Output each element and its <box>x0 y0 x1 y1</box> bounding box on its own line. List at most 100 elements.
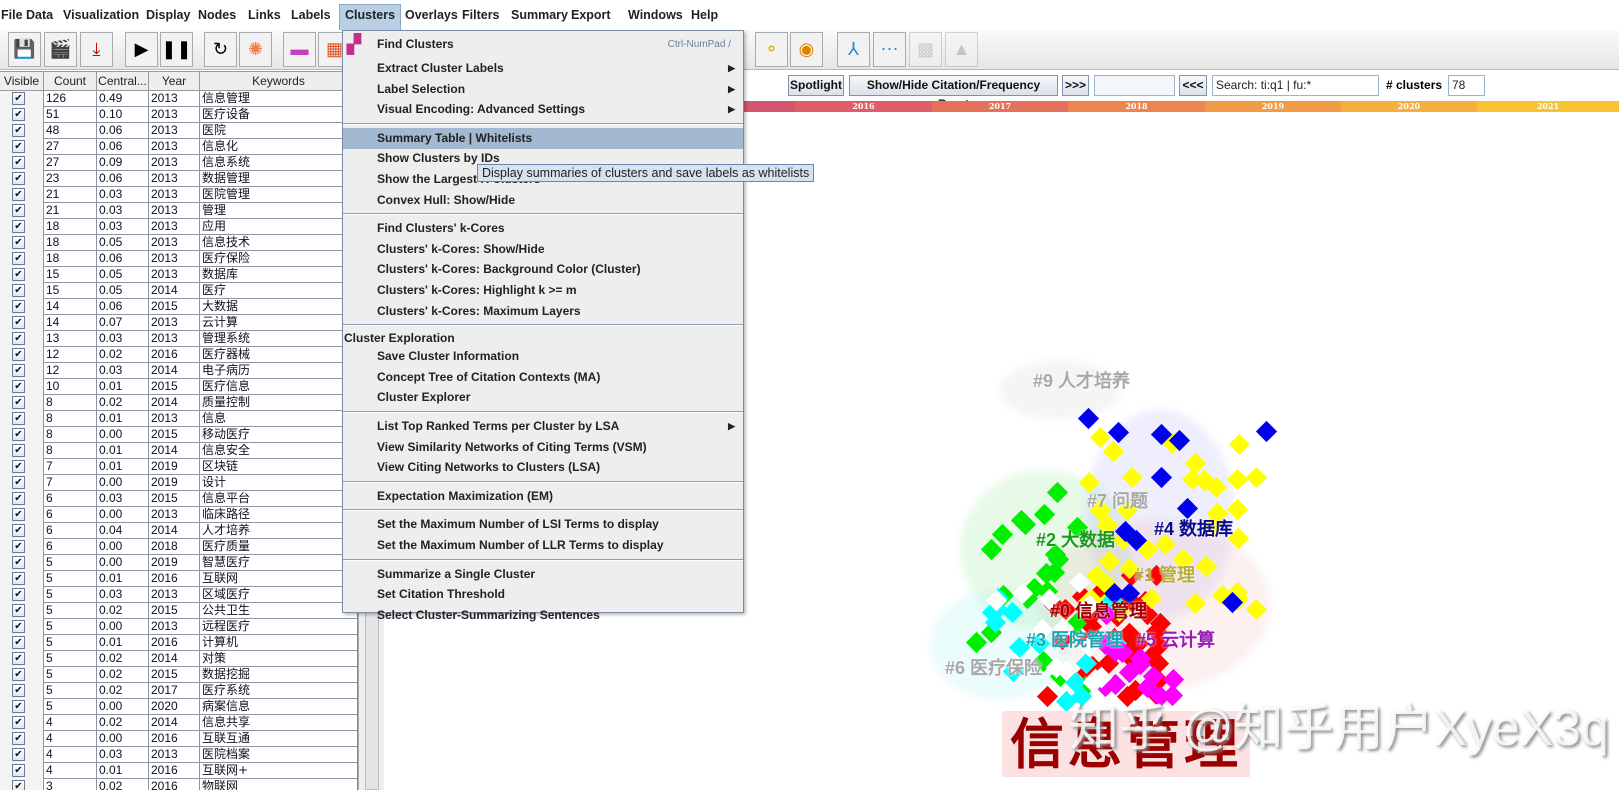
cluster-label[interactable]: #5 云计算 <box>1136 626 1215 652</box>
menu-item-view-citing-networks-to-clusters-lsa[interactable]: View Citing Networks to Clusters (LSA) <box>343 457 743 478</box>
table-row[interactable]: ✔ 5 0.00 2020 病案信息 <box>0 699 357 715</box>
menu-links[interactable]: Links <box>244 7 285 23</box>
menu-item-visual-encoding-advanced-settings[interactable]: Visual Encoding: Advanced Settings ▶ <box>343 99 743 120</box>
table-row[interactable]: ✔ 18 0.03 2013 应用 <box>0 219 357 235</box>
prev-button[interactable]: <<< <box>1179 75 1207 96</box>
table-row[interactable]: ✔ 14 0.07 2013 云计算 <box>0 315 357 331</box>
menu-labels[interactable]: Labels <box>287 7 335 23</box>
menu-display[interactable]: Display <box>142 7 194 23</box>
cluster-label[interactable]: #2 大数据 <box>1036 526 1115 552</box>
menu-item-convex-hull-show-hide[interactable]: Convex Hull: Show/Hide <box>343 190 743 211</box>
pdf-export-button[interactable]: ⤓ <box>80 32 113 67</box>
visible-checkbox[interactable]: ✔ <box>12 284 25 297</box>
visible-checkbox[interactable]: ✔ <box>12 652 25 665</box>
table-row[interactable]: ✔ 27 0.06 2013 信息化 <box>0 139 357 155</box>
play-button[interactable]: ▶ <box>125 32 158 67</box>
menu-item-set-citation-threshold[interactable]: Set Citation Threshold <box>343 584 743 605</box>
table-row[interactable]: ✔ 5 0.02 2015 公共卫生 <box>0 603 357 619</box>
column-header-1[interactable]: Count <box>44 71 97 91</box>
visible-checkbox[interactable]: ✔ <box>12 300 25 313</box>
visible-checkbox[interactable]: ✔ <box>12 604 25 617</box>
table-row[interactable]: ✔ 6 0.00 2013 临床路径 <box>0 507 357 523</box>
menu-help[interactable]: Help <box>687 7 722 23</box>
visible-checkbox[interactable]: ✔ <box>12 732 25 745</box>
visible-checkbox[interactable]: ✔ <box>12 364 25 377</box>
visible-checkbox[interactable]: ✔ <box>12 764 25 777</box>
visible-checkbox[interactable]: ✔ <box>12 188 25 201</box>
menu-item-expectation-maximization-em[interactable]: Expectation Maximization (EM) <box>343 486 743 507</box>
refresh-button[interactable]: ↻ <box>204 32 237 67</box>
table-row[interactable]: ✔ 48 0.06 2013 医院 <box>0 123 357 139</box>
visible-checkbox[interactable]: ✔ <box>12 332 25 345</box>
table-row[interactable]: ✔ 5 0.03 2013 区域医疗 <box>0 587 357 603</box>
menu-item-set-the-maximum-number-of-lsi-terms-to-display[interactable]: Set the Maximum Number of LSI Terms to d… <box>343 514 743 535</box>
burst-toggle-button[interactable]: Show/Hide Citation/Frequency Burst <box>849 75 1058 111</box>
visible-checkbox[interactable]: ✔ <box>12 716 25 729</box>
visible-checkbox[interactable]: ✔ <box>12 204 25 217</box>
visible-checkbox[interactable]: ✔ <box>12 620 25 633</box>
spotlight-button[interactable]: Spotlight <box>788 75 844 96</box>
menu-windows[interactable]: Windows <box>624 7 687 23</box>
table-row[interactable]: ✔ 15 0.05 2014 医疗 <box>0 283 357 299</box>
visible-checkbox[interactable]: ✔ <box>12 108 25 121</box>
table-row[interactable]: ✔ 6 0.00 2018 医疗质量 <box>0 539 357 555</box>
visible-checkbox[interactable]: ✔ <box>12 780 25 790</box>
visible-checkbox[interactable]: ✔ <box>12 492 25 505</box>
gray-image-button[interactable]: ▩ <box>909 32 942 67</box>
visible-checkbox[interactable]: ✔ <box>12 268 25 281</box>
menu-item-clusters-k-cores-highlight-k-m[interactable]: Clusters' k-Cores: Highlight k >= m <box>343 280 743 301</box>
table-row[interactable]: ✔ 4 0.02 2014 信息共享 <box>0 715 357 731</box>
clusters-count-field[interactable]: 78 <box>1448 75 1485 96</box>
visible-checkbox[interactable]: ✔ <box>12 396 25 409</box>
menu-item-summary-table-whitelists[interactable]: Summary Table | Whitelists <box>343 127 743 149</box>
save-button[interactable]: 💾 <box>8 32 41 67</box>
table-row[interactable]: ✔ 6 0.03 2015 信息平台 <box>0 491 357 507</box>
table-row[interactable]: ✔ 21 0.03 2013 医院管理 <box>0 187 357 203</box>
menu-item-summarize-a-single-cluster[interactable]: Summarize a Single Cluster <box>343 564 743 585</box>
table-row[interactable]: ✔ 3 0.02 2016 物联网 <box>0 779 357 790</box>
cluster-label[interactable]: #6 医疗保险 <box>945 654 1042 680</box>
table-row[interactable]: ✔ 5 0.02 2017 医疗系统 <box>0 683 357 699</box>
table-row[interactable]: ✔ 21 0.03 2013 管理 <box>0 203 357 219</box>
table-row[interactable]: ✔ 4 0.00 2016 互联互通 <box>0 731 357 747</box>
table-row[interactable]: ✔ 23 0.06 2013 数据管理 <box>0 171 357 187</box>
table-row[interactable]: ✔ 6 0.04 2014 人才培养 <box>0 523 357 539</box>
table-row[interactable]: ✔ 4 0.01 2016 互联网+ <box>0 763 357 779</box>
menu-item-find-clusters[interactable]: ▞ Find Clusters Ctrl-NumPad / <box>343 34 743 55</box>
visible-checkbox[interactable]: ✔ <box>12 460 25 473</box>
table-row[interactable]: ✔ 5 0.02 2015 数据挖掘 <box>0 667 357 683</box>
table-row[interactable]: ✔ 5 0.01 2016 计算机 <box>0 635 357 651</box>
table-row[interactable]: ✔ 4 0.03 2013 医院档案 <box>0 747 357 763</box>
menu-data[interactable]: Data <box>22 7 57 23</box>
visible-checkbox[interactable]: ✔ <box>12 556 25 569</box>
table-row[interactable]: ✔ 15 0.05 2013 数据库 <box>0 267 357 283</box>
visible-checkbox[interactable]: ✔ <box>12 684 25 697</box>
menu-item-list-top-ranked-terms-per-cluster-by-lsa[interactable]: List Top Ranked Terms per Cluster by LSA… <box>343 416 743 437</box>
menu-item-clusters-k-cores-maximum-layers[interactable]: Clusters' k-Cores: Maximum Layers <box>343 301 743 322</box>
table-row[interactable]: ✔ 18 0.06 2013 医疗保险 <box>0 251 357 267</box>
table-row[interactable]: ✔ 51 0.10 2013 医疗设备 <box>0 107 357 123</box>
table-row[interactable]: ✔ 14 0.06 2015 大数据 <box>0 299 357 315</box>
visible-checkbox[interactable]: ✔ <box>12 316 25 329</box>
visible-checkbox[interactable]: ✔ <box>12 572 25 585</box>
table-row[interactable]: ✔ 10 0.01 2015 医疗信息 <box>0 379 357 395</box>
table-row[interactable]: ✔ 5 0.00 2013 远程医疗 <box>0 619 357 635</box>
visible-checkbox[interactable]: ✔ <box>12 540 25 553</box>
cluster-label[interactable]: #4 数据库 <box>1154 515 1233 541</box>
table-row[interactable]: ✔ 126 0.49 2013 信息管理 <box>0 91 357 107</box>
pause-button[interactable]: ❚❚ <box>160 32 193 67</box>
visible-checkbox[interactable]: ✔ <box>12 700 25 713</box>
visible-checkbox[interactable]: ✔ <box>12 476 25 489</box>
visible-checkbox[interactable]: ✔ <box>12 124 25 137</box>
visible-checkbox[interactable]: ✔ <box>12 428 25 441</box>
menu-item-extract-cluster-labels[interactable]: Extract Cluster Labels ▶ <box>343 58 743 79</box>
table-row[interactable]: ✔ 8 0.00 2015 移动医疗 <box>0 427 357 443</box>
column-header-0[interactable]: Visible <box>0 71 44 91</box>
table-row[interactable]: ✔ 13 0.03 2013 管理系统 <box>0 331 357 347</box>
menu-summary[interactable]: Summary <box>507 7 572 23</box>
visible-checkbox[interactable]: ✔ <box>12 668 25 681</box>
column-header-2[interactable]: Central... <box>97 71 149 91</box>
menu-item-save-cluster-information[interactable]: Save Cluster Information <box>343 346 743 367</box>
visible-checkbox[interactable]: ✔ <box>12 220 25 233</box>
chain-button[interactable]: ⚬ <box>755 32 788 67</box>
